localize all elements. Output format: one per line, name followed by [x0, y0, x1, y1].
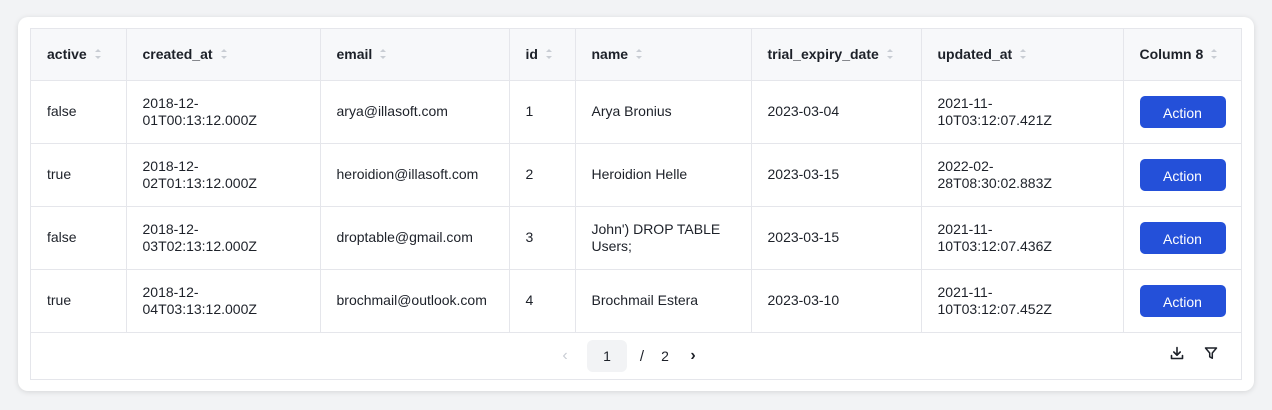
cell-id: 1 [509, 80, 576, 144]
table-card: active created_at email id name trial_ex… [18, 17, 1254, 391]
cell-created-at: 2018-12-04T03:13:12.000Z [126, 269, 321, 333]
column-header-label: email [336, 46, 373, 63]
table-toolbar [1169, 345, 1219, 361]
table-row[interactable]: true 2018-12-04T03:13:12.000Z brochmail@… [31, 269, 1241, 333]
cell-active: true [31, 269, 127, 333]
table-row[interactable]: true 2018-12-02T01:13:12.000Z heroidion@… [31, 143, 1241, 207]
column-header-email[interactable]: email [320, 29, 510, 81]
total-pages: 2 [661, 348, 669, 364]
page-separator: / [639, 347, 645, 365]
cell-name: Heroidion Helle [575, 143, 752, 207]
sort-icon[interactable] [886, 48, 893, 59]
sort-icon[interactable] [380, 48, 387, 59]
chevron-left-icon[interactable]: ‹ [551, 347, 579, 365]
column-header-created-at[interactable]: created_at [126, 29, 321, 81]
cell-email: droptable@gmail.com [320, 206, 510, 270]
pagination: ‹ 1 / 2 › [551, 340, 713, 372]
cell-active: false [31, 206, 127, 270]
column-header-updated-at[interactable]: updated_at [921, 29, 1124, 81]
cell-name: John') DROP TABLE Users; [575, 206, 752, 270]
cell-email: brochmail@outlook.com [320, 269, 510, 333]
cell-trial-expiry-date: 2023-03-15 [751, 206, 922, 270]
column-header-label: id [525, 46, 538, 63]
cell-id: 3 [509, 206, 576, 270]
sort-icon[interactable] [636, 48, 643, 59]
cell-name: Brochmail Estera [575, 269, 752, 333]
cell-name: Arya Bronius [575, 80, 752, 144]
sort-icon[interactable] [1211, 48, 1218, 59]
sort-icon[interactable] [220, 48, 227, 59]
table-container: active created_at email id name trial_ex… [30, 28, 1242, 380]
cell-created-at: 2018-12-02T01:13:12.000Z [126, 143, 321, 207]
cell-created-at: 2018-12-03T02:13:12.000Z [126, 206, 321, 270]
column-header-trial-expiry-date[interactable]: trial_expiry_date [751, 29, 922, 81]
cell-action: Action [1123, 206, 1241, 270]
cell-trial-expiry-date: 2023-03-15 [751, 143, 922, 207]
chevron-right-icon[interactable]: › [673, 347, 713, 365]
cell-id: 4 [509, 269, 576, 333]
column-header-label: Column 8 [1139, 46, 1204, 63]
action-button[interactable]: Action [1139, 95, 1226, 128]
column-header-label: trial_expiry_date [767, 46, 879, 63]
action-button[interactable]: Action [1139, 158, 1226, 191]
sort-icon[interactable] [94, 48, 101, 59]
table-row[interactable]: false 2018-12-01T00:13:12.000Z arya@illa… [31, 80, 1241, 144]
sort-icon[interactable] [545, 48, 552, 59]
column-header-id[interactable]: id [509, 29, 576, 81]
cell-action: Action [1123, 269, 1241, 333]
cell-updated-at: 2021-11-10T03:12:07.436Z [921, 206, 1124, 270]
column-header-column-8[interactable]: Column 8 [1123, 29, 1241, 81]
column-header-label: updated_at [937, 46, 1013, 63]
data-table: active created_at email id name trial_ex… [31, 29, 1241, 333]
cell-id: 2 [509, 143, 576, 207]
cell-updated-at: 2021-11-10T03:12:07.452Z [921, 269, 1124, 333]
cell-action: Action [1123, 143, 1241, 207]
sort-icon[interactable] [1020, 48, 1027, 59]
filter-icon[interactable] [1203, 345, 1219, 361]
column-header-label: created_at [142, 46, 213, 63]
cell-created-at: 2018-12-01T00:13:12.000Z [126, 80, 321, 144]
cell-email: heroidion@illasoft.com [320, 143, 510, 207]
cell-active: false [31, 80, 127, 144]
action-button[interactable]: Action [1139, 221, 1226, 254]
column-header-label: active [47, 46, 87, 63]
action-button[interactable]: Action [1139, 284, 1226, 317]
table-footer: ‹ 1 / 2 › [31, 331, 1241, 379]
download-icon[interactable] [1169, 345, 1185, 361]
cell-trial-expiry-date: 2023-03-04 [751, 80, 922, 144]
column-header-label: name [591, 46, 629, 63]
current-page[interactable]: 1 [587, 340, 627, 372]
cell-trial-expiry-date: 2023-03-10 [751, 269, 922, 333]
table-header-row: active created_at email id name trial_ex… [31, 29, 1241, 81]
column-header-name[interactable]: name [575, 29, 752, 81]
cell-email: arya@illasoft.com [320, 80, 510, 144]
table-row[interactable]: false 2018-12-03T02:13:12.000Z droptable… [31, 206, 1241, 270]
cell-active: true [31, 143, 127, 207]
column-header-active[interactable]: active [31, 29, 127, 81]
cell-updated-at: 2021-11-10T03:12:07.421Z [921, 80, 1124, 144]
cell-updated-at: 2022-02-28T08:30:02.883Z [921, 143, 1124, 207]
cell-action: Action [1123, 80, 1241, 144]
